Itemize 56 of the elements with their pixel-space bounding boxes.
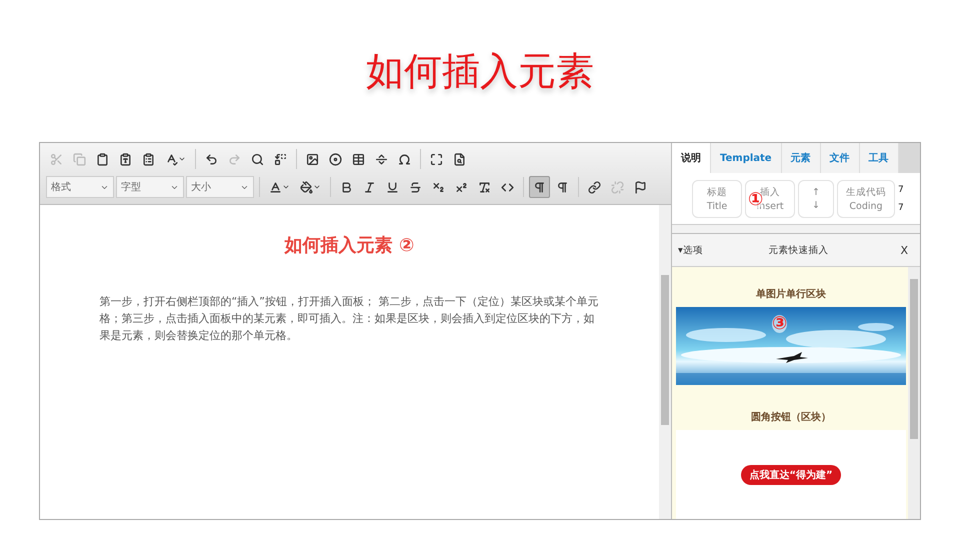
sidebar-button[interactable]: ↑ ↓ [798,180,834,218]
subscript-icon [432,180,445,194]
element-label: 圆角按钮（区块） [750,410,832,424]
text-color-icon [269,180,282,194]
scrollbar[interactable] [908,267,920,519]
unlink-icon [611,180,624,194]
image-icon [306,152,319,166]
spellcheck-icon [165,152,178,166]
format-dropdown[interactable]: 大小 [186,176,254,198]
superscript-icon [455,180,468,194]
panel-title: 元素快速插入 [768,244,829,256]
underline-icon [386,180,399,194]
omega-icon [398,152,411,166]
code-icon [501,180,514,194]
step-badge: ③ [772,315,788,333]
count-label: 7 [898,202,904,212]
rounded-button[interactable]: 点我直达“得为建” [741,464,841,485]
options-toggle[interactable]: ▾选项 [678,244,703,256]
format-dropdown[interactable]: 字型 [116,176,184,198]
count-label: 7 [898,184,904,194]
table-icon [352,152,365,166]
sidebar-button[interactable]: 生成代码 Coding [837,180,895,218]
sidebar-tab[interactable]: Template [711,143,782,173]
search-icon [251,152,264,166]
undo-icon [205,152,218,166]
rule-icon [375,152,388,166]
paste-icon [96,152,109,166]
document-title: 如何插入元素 ② [284,234,414,257]
flag-icon [634,180,647,194]
italic-icon [363,180,376,194]
cut-icon [50,152,63,166]
link-icon [588,180,601,194]
sidebar-button[interactable]: 标题 Title [692,180,742,218]
bold-icon [340,180,353,194]
replace-icon [274,152,287,166]
preview-icon [453,152,466,166]
format-dropdown[interactable]: 格式 [46,176,114,198]
sidebar-tab[interactable]: 元素 [782,143,821,173]
strike-icon [409,180,422,194]
copy-icon [73,152,86,166]
element-card[interactable]: 点我直达“得为建” [676,430,906,519]
redo-icon [228,152,241,166]
element-label: 单图片单行区块 [755,288,827,301]
close-button[interactable]: X [894,242,914,258]
scrollbar[interactable] [659,205,671,519]
ltr-button[interactable] [529,176,550,198]
sidebar-tab[interactable]: 说明 [672,143,711,173]
bg-color-icon [300,180,313,194]
sidebar-tab[interactable]: 工具 [860,143,899,173]
document-paragraph: 第一步，打开右侧栏顶部的“插入”按钮，打开插入面板； 第二步，点击一下（定位）某区块或某个单元格；第三步，点击插入面板中的某元素，即可插入。注：如果是区块，则会插入到定位区块的下方，如果是元素，则会替换定位的那个单元格。 [100,294,600,344]
paste-text-icon [119,152,132,166]
paste-word-icon [142,152,155,166]
maximize-icon [430,152,443,166]
sidebar-tab[interactable]: 文件 [820,143,860,173]
page-heading: 如何插入元素 [366,48,594,95]
clear-format-icon [478,180,491,194]
